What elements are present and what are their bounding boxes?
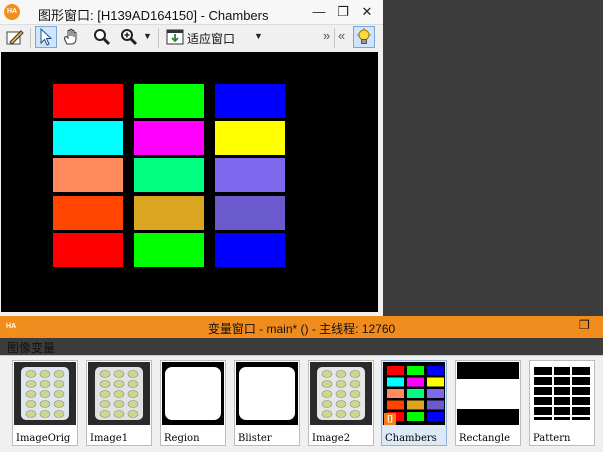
- thumbnail-image: [531, 362, 593, 425]
- chamber-rect: [134, 158, 204, 192]
- variable-name-label: Rectangle: [459, 433, 510, 444]
- variable-thumbnail-image1[interactable]: Image1: [86, 360, 152, 446]
- variable-thumbnail-rectangle[interactable]: Rectangle: [455, 360, 521, 446]
- chamber-rect: [134, 233, 204, 267]
- variable-name-label: Blister: [238, 433, 272, 444]
- chamber-rect: [215, 196, 285, 230]
- variable-thumbnail-image2[interactable]: Image2: [308, 360, 374, 446]
- variable-window-title-bar[interactable]: HA 变量窗口 - main* () - 主线程: 12760 ❐: [0, 316, 603, 338]
- chamber-rect: [53, 196, 123, 230]
- chamber-rect: [215, 84, 285, 118]
- app-logo-icon: HA: [4, 4, 20, 20]
- graphics-window-title-bar[interactable]: HA 图形窗口: [H139AD164150] - Chambers — ❐ ✕: [0, 0, 383, 25]
- zoom-mode-dropdown-icon[interactable]: ▼: [254, 31, 263, 41]
- minimize-button[interactable]: —: [308, 2, 330, 22]
- chamber-rect: [134, 121, 204, 155]
- thumbnail-image: [88, 362, 150, 425]
- chamber-rect: [215, 158, 285, 192]
- variable-thumbnail-pattern[interactable]: Pattern: [529, 360, 595, 446]
- image-variables-label: 图像变量: [7, 341, 56, 355]
- pointer-icon[interactable]: [35, 26, 57, 48]
- variable-thumbnail-imageorig[interactable]: ImageOrig: [12, 360, 78, 446]
- restore-button[interactable]: ❐: [332, 2, 354, 22]
- chamber-rect: [53, 233, 123, 267]
- hand-pan-icon[interactable]: [60, 26, 82, 48]
- graphics-window-title: 图形窗口: [H139AD164150] - Chambers: [38, 8, 269, 23]
- thumbnail-image: [162, 362, 224, 425]
- fit-window-icon[interactable]: [164, 26, 186, 48]
- thumbnail-image: [236, 362, 298, 425]
- variable-name-label: Pattern: [533, 433, 571, 444]
- graphics-toolbar: ▼ 适应窗口 ▼ » «: [0, 25, 383, 52]
- draw-icon[interactable]: [4, 26, 26, 48]
- chamber-rect: [215, 233, 285, 267]
- variable-name-label: Region: [164, 433, 200, 444]
- magnifier-icon[interactable]: [91, 26, 113, 48]
- thumbnail-image: [310, 362, 372, 425]
- chamber-rect: [53, 158, 123, 192]
- toolbar-overflow-button[interactable]: »: [323, 28, 330, 43]
- variable-thumbnail-chambers[interactable]: [] Chambers: [381, 360, 447, 446]
- chamber-rect: [134, 196, 204, 230]
- chamber-rect: [134, 84, 204, 118]
- graphics-window: HA 图形窗口: [H139AD164150] - Chambers — ❐ ✕…: [0, 0, 383, 316]
- variable-name-label: Image2: [312, 433, 351, 444]
- close-button[interactable]: ✕: [356, 2, 378, 22]
- thumbnail-image: [14, 362, 76, 425]
- graphics-canvas[interactable]: [1, 52, 378, 312]
- restore-window-icon[interactable]: ❐: [579, 318, 590, 332]
- region-badge-icon: []: [384, 413, 396, 425]
- zoom-in-icon[interactable]: [118, 26, 140, 48]
- variable-name-label: Chambers: [385, 433, 437, 444]
- zoom-mode-select[interactable]: 适应窗口: [187, 30, 235, 47]
- variable-thumbnail-region[interactable]: Region: [160, 360, 226, 446]
- lightbulb-icon[interactable]: [353, 26, 375, 48]
- zoom-dropdown-arrow-icon[interactable]: ▼: [143, 31, 152, 41]
- variable-name-label: ImageOrig: [16, 433, 71, 444]
- variable-window-title: 变量窗口 - main* () - 主线程: 12760: [207, 322, 396, 336]
- chamber-rect: [53, 84, 123, 118]
- chamber-rect: [215, 121, 285, 155]
- thumbnail-image: [457, 362, 519, 425]
- image-variables-panel: ImageOrig Image1 Region Blister Image2 [] Cham…: [0, 355, 603, 452]
- empty-workspace-area: [383, 0, 603, 316]
- variable-name-label: Image1: [90, 433, 129, 444]
- chamber-rect: [53, 121, 123, 155]
- variable-thumbnail-blister[interactable]: Blister: [234, 360, 300, 446]
- toolbar-collapse-button[interactable]: «: [338, 28, 345, 43]
